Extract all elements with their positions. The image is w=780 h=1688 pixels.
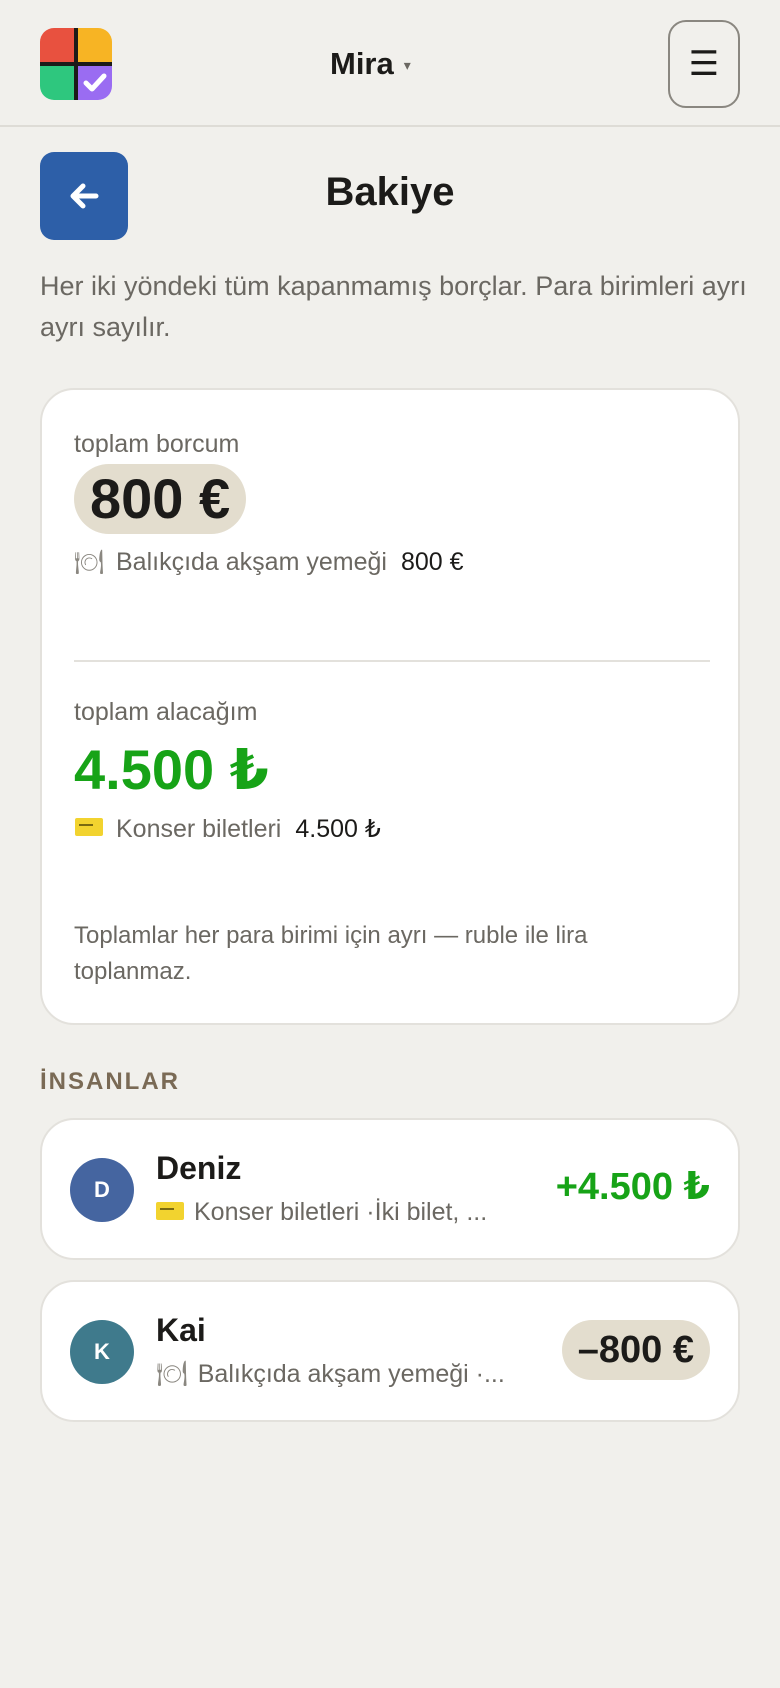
chevron-down-icon: ▾ [403,56,411,73]
ticket-icon [156,1198,184,1227]
user-switcher[interactable]: Mira ▾ [330,42,411,86]
currency-note: Toplamlar her para birimi için ayrı — ru… [74,922,588,985]
divider [74,660,710,662]
person-subtitle: Konser biletleri ·İki bilet, ... [156,1198,516,1227]
hamburger-menu-icon: ☰ [688,45,720,83]
page-description: Her iki yöndeki tüm kapanmamış borçlar. … [40,271,747,342]
top-bar: Mira ▾ ☰ [0,0,780,127]
logo-red-quadrant [40,28,76,64]
person-balance: +4.500 ₺ [555,1166,710,1208]
receive-item: Konser biletleri 4.500 ₺ [74,814,381,844]
person-row-deniz[interactable]: D Deniz Konser biletleri ·İki bilet, ...… [40,1118,740,1260]
checkmark-icon [83,73,107,92]
total-owe-amount: 800 € [74,464,247,534]
menu-button[interactable]: ☰ [668,20,740,108]
total-receive-amount: 4.500 ₺ [74,738,269,801]
person-subtitle-text: Balıkçıda akşam yemeği ·... [197,1360,505,1388]
person-balance: –800 € [561,1320,710,1380]
app-logo[interactable] [40,28,112,100]
total-owe-label: toplam borcum [74,430,240,458]
owe-item-amount: 800 € [400,548,464,576]
fork-knife-icon: 🍽 [74,549,105,576]
people-section-title: İNSANLAR [40,1068,180,1095]
receive-item-amount: 4.500 ₺ [295,815,381,843]
person-name: Kai [156,1312,206,1348]
page-title: Bakiye [325,170,455,214]
person-row-kai[interactable]: K Kai 🍽 Balıkçıda akşam yemeği ·... –800… [40,1280,740,1422]
owe-item-name: Balıkçıda akşam yemeği [116,548,387,576]
avatar-initial: K [94,1339,110,1364]
user-name: Mira [330,46,394,81]
logo-yellow-quadrant [76,28,112,64]
balance-summary-card: toplam borcum 800 € 🍽 Balıkçıda akşam ye… [40,388,740,1025]
avatar-initial: D [94,1177,110,1202]
total-receive-label: toplam alacağım [74,698,258,726]
ticket-icon [74,815,104,843]
logo-divider-horizontal [40,62,112,66]
person-subtitle-text: Konser biletleri ·İki bilet, ... [194,1198,488,1226]
person-subtitle: 🍽 Balıkçıda akşam yemeği ·... [156,1360,516,1389]
receive-item-name: Konser biletleri [116,814,282,843]
avatar: K [70,1320,134,1384]
logo-green-quadrant [40,64,76,100]
fork-knife-icon: 🍽 [156,1360,188,1388]
owe-item: 🍽 Balıkçıda akşam yemeği 800 € [74,548,464,577]
avatar: D [70,1158,134,1222]
person-name: Deniz [156,1150,242,1186]
